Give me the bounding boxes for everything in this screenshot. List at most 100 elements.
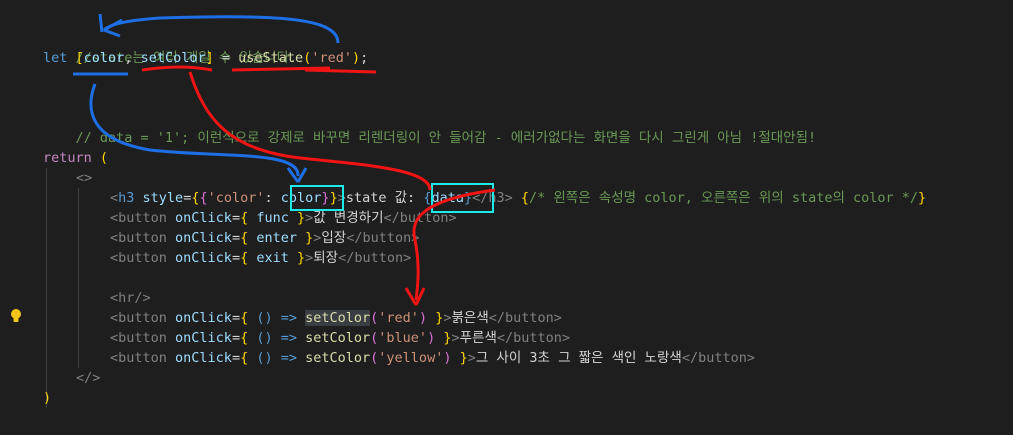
button-text: 퇴장 bbox=[313, 250, 339, 266]
call-setColor: setColor bbox=[305, 350, 371, 366]
tag-button: <button bbox=[110, 330, 167, 346]
code-line-13[interactable]: <button onClick={ () => setColor('yellow… bbox=[110, 348, 755, 368]
tag-button-close: </button> bbox=[681, 350, 755, 366]
punct: > bbox=[467, 350, 476, 366]
tag-button: <button bbox=[110, 310, 167, 326]
brace: { bbox=[512, 190, 529, 206]
brace: { bbox=[240, 350, 257, 366]
attr-onclick: onClick bbox=[166, 310, 232, 326]
code-line-3[interactable]: // data = '1'; 이런식으로 강제로 바꾸면 리렌더링이 안 들어감… bbox=[43, 108, 817, 146]
code-editor[interactable]: //state는 여러 개일 수 있습니다. let [color, setCo… bbox=[0, 0, 1013, 435]
string-yellow: 'yellow' bbox=[378, 350, 444, 366]
keyword-return: return bbox=[43, 150, 92, 166]
handler-func: func bbox=[256, 210, 289, 226]
attr-onclick: onClick bbox=[166, 330, 232, 346]
brace: { bbox=[240, 330, 257, 346]
brace: } bbox=[918, 190, 927, 206]
brace: { bbox=[240, 250, 257, 266]
call-setColor: setColor bbox=[305, 330, 371, 346]
string-red: 'red' bbox=[378, 310, 419, 326]
code-line-4[interactable]: return ( bbox=[43, 148, 108, 168]
handler-enter: enter bbox=[256, 230, 297, 246]
bracket: [ bbox=[75, 50, 84, 66]
tag-button-close: </button> bbox=[496, 330, 571, 346]
string-color-key: 'color' bbox=[207, 190, 265, 206]
attr-onclick: onClick bbox=[166, 210, 232, 226]
tag-h3: h3 bbox=[118, 190, 135, 206]
code-line-9[interactable]: <button onClick={ exit }>퇴장</button> bbox=[110, 248, 411, 268]
punct: ; bbox=[360, 50, 369, 66]
arrow-function: () => bbox=[256, 350, 306, 366]
red-underline-useState bbox=[231, 66, 331, 72]
punct: : bbox=[264, 190, 281, 206]
lightbulb-icon[interactable] bbox=[10, 309, 22, 323]
code-line-11[interactable]: <button onClick={ () => setColor('red') … bbox=[110, 308, 562, 328]
button-text: 붉은색 bbox=[451, 310, 489, 326]
code-line-8[interactable]: <button onClick={ enter }>입장</button> bbox=[110, 228, 419, 248]
brace: { bbox=[240, 230, 257, 246]
button-text: 값 변경하기 bbox=[313, 210, 384, 226]
tag-button: <button bbox=[110, 250, 167, 266]
brace: } bbox=[288, 250, 306, 266]
tag-button-close: </button> bbox=[338, 250, 412, 266]
fragment-close: </> bbox=[76, 370, 101, 386]
attr-onclick: onClick bbox=[166, 350, 232, 366]
indent-guide bbox=[78, 188, 79, 368]
code-line-15[interactable]: ) bbox=[43, 388, 51, 408]
brace: { bbox=[199, 190, 208, 206]
arrow-function: () => bbox=[256, 330, 306, 346]
brace: } bbox=[427, 310, 444, 326]
tag-button: <button bbox=[110, 210, 167, 226]
paren: ) bbox=[351, 50, 361, 66]
code-line-6[interactable]: <h3 style={{'color': color}}>state 값: {d… bbox=[110, 188, 926, 208]
code-line-5[interactable]: <> bbox=[76, 168, 92, 188]
tag-button-close: </button> bbox=[346, 230, 420, 246]
function-useState: useState bbox=[238, 50, 304, 66]
blue-arrowhead-down bbox=[286, 167, 308, 183]
punct: = bbox=[231, 330, 241, 346]
brace: } bbox=[435, 330, 452, 346]
paren-close: ) bbox=[43, 390, 52, 406]
punct: = bbox=[231, 310, 241, 326]
brace: { bbox=[240, 310, 257, 326]
button-text: 푸른색 bbox=[459, 330, 497, 346]
attr-onclick: onClick bbox=[166, 230, 232, 246]
red-underline-red bbox=[304, 68, 377, 74]
attr-onclick: onClick bbox=[166, 250, 232, 266]
code-line-12[interactable]: <button onClick={ () => setColor('blue')… bbox=[110, 328, 570, 348]
punct: = bbox=[231, 350, 241, 366]
punct: , bbox=[124, 50, 141, 66]
brace: { bbox=[240, 210, 257, 226]
brace: } bbox=[451, 350, 468, 366]
brace: } bbox=[296, 230, 314, 246]
punct: = bbox=[231, 210, 241, 226]
comment-jsx: /* 왼쪽은 속성명 color, 오른쪽은 위의 state의 color *… bbox=[529, 190, 919, 206]
code-line-14[interactable]: </> bbox=[76, 368, 100, 388]
button-text: 입장 bbox=[321, 230, 347, 246]
tag-button: <button bbox=[110, 350, 167, 366]
variable-setColor: setColor bbox=[140, 50, 206, 66]
red-arrowhead-down bbox=[404, 287, 426, 306]
comment-data: // data = '1'; 이런식으로 강제로 바꾸면 리렌더링이 안 들어감… bbox=[75, 130, 817, 146]
code-line-2[interactable]: let [color, setColor] = useState('red'); bbox=[43, 48, 368, 68]
paren: ( bbox=[91, 150, 109, 166]
punct: = bbox=[231, 250, 241, 266]
code-line-10[interactable]: <hr/> bbox=[110, 288, 151, 308]
code-line-7[interactable]: <button onClick={ func }>값 변경하기</button> bbox=[110, 208, 457, 228]
punct: > bbox=[451, 330, 460, 346]
string-blue: 'blue' bbox=[378, 330, 428, 346]
highlight-box-data bbox=[431, 183, 494, 213]
string-red: 'red' bbox=[311, 50, 352, 66]
punct: = bbox=[231, 230, 241, 246]
code-line-1[interactable]: //state는 여러 개일 수 있습니다. bbox=[43, 28, 298, 66]
indent-guide bbox=[46, 168, 47, 408]
call-setColor: setColor bbox=[305, 310, 371, 326]
keyword-let: let bbox=[43, 50, 68, 66]
tag-button-close: </button> bbox=[488, 310, 562, 326]
handler-exit: exit bbox=[256, 250, 289, 266]
attr-style: style bbox=[134, 190, 184, 206]
button-text: 그 사이 3초 그 짧은 색인 노랑색 bbox=[475, 350, 682, 366]
highlight-box-color bbox=[290, 185, 344, 211]
variable-color: color bbox=[83, 50, 125, 66]
h3-text: state 값: bbox=[345, 190, 424, 206]
